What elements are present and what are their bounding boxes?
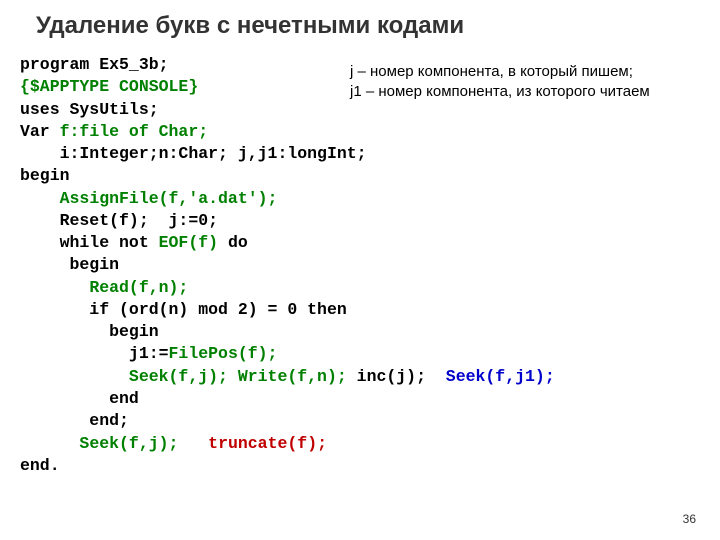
code-line: [178, 434, 208, 453]
code-line: i:Integer;n:Char; j,j1:longInt;: [20, 144, 367, 163]
code-line: end.: [20, 456, 60, 475]
code-call: Read(f,n);: [89, 278, 188, 297]
code-line: inc(j);: [347, 367, 446, 386]
code-indent: [20, 189, 60, 208]
code-line: Reset(f); j:=0;: [20, 211, 218, 230]
code-indent: [20, 278, 89, 297]
code-line: while not: [20, 233, 159, 252]
content-area: program Ex5_3b; {$APPTYPE CONSOLE} uses …: [0, 40, 720, 477]
code-call: EOF(f): [159, 233, 218, 252]
code-keyword: Var: [20, 122, 60, 141]
code-line: if (ord(n) mod 2) = 0 then: [20, 300, 357, 319]
code-line: end: [20, 389, 139, 408]
code-line: uses SysUtils;: [20, 100, 159, 119]
code-line: j1:=: [20, 344, 169, 363]
note-line: j1 – номер компонента, из которого читае…: [350, 82, 650, 102]
note-line: j – номер компонента, в который пишем;: [350, 62, 650, 82]
code-line: begin: [20, 322, 159, 341]
code-block: program Ex5_3b; {$APPTYPE CONSOLE} uses …: [20, 54, 555, 477]
code-directive: {$APPTYPE CONSOLE}: [20, 77, 198, 96]
code-line: begin: [20, 255, 119, 274]
code-line: begin: [20, 166, 70, 185]
page-number: 36: [683, 512, 696, 526]
code-decl: f:file of Char;: [60, 122, 209, 141]
code-line: program Ex5_3b;: [20, 55, 169, 74]
code-call: FilePos(f);: [169, 344, 278, 363]
code-line: end;: [20, 411, 129, 430]
code-call: AssignFile(f,'a.dat');: [60, 189, 278, 208]
code-line: do: [218, 233, 248, 252]
code-indent: [20, 367, 129, 386]
side-notes: j – номер компонента, в который пишем; j…: [350, 62, 650, 103]
code-call: truncate(f);: [208, 434, 327, 453]
code-call: Seek(f,j);: [79, 434, 178, 453]
code-call: Seek(f,j); Write(f,n);: [129, 367, 347, 386]
code-indent: [20, 434, 79, 453]
slide-title: Удаление букв с нечетными кодами: [0, 0, 720, 40]
code-call: Seek(f,j1);: [446, 367, 555, 386]
